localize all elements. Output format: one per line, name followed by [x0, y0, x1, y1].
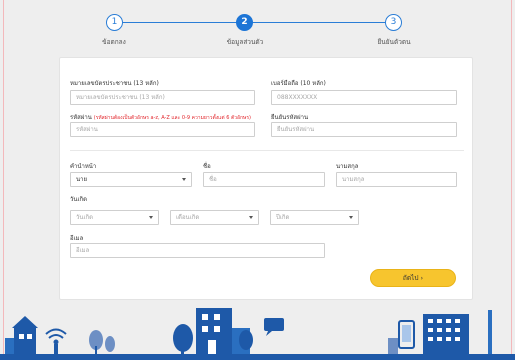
step-3-label: ยืนยันตัวตน: [377, 38, 411, 46]
birth-day-select[interactable]: วันเกิด: [70, 210, 159, 225]
password-rule-note: (รหัสผ่านต้องเป็นตัวอักษร a-z, A-Z และ 0…: [93, 115, 251, 121]
chevron-down-icon: [149, 216, 153, 219]
step-3-circle: 3: [385, 14, 402, 31]
house-icon: [5, 316, 38, 354]
title-label: คำนำหน้า: [70, 163, 97, 170]
step-2-label: ข้อมูลส่วนตัว: [226, 38, 264, 46]
title-select[interactable]: นาย: [70, 172, 192, 187]
step-2-circle: 2: [236, 14, 253, 31]
birth-month-value: เดือนเกิด: [176, 214, 200, 221]
id-card-input[interactable]: หมายเลขบัตรประชาชน (13 หลัก): [70, 90, 255, 105]
tree-icon: [89, 330, 115, 354]
birthdate-label: วันเกิด: [70, 196, 88, 203]
step-1-label: ข้อตกลง: [102, 38, 126, 46]
birth-day-value: วันเกิด: [76, 214, 94, 221]
password-label-text: รหัสผ่าน: [70, 114, 92, 121]
birth-year-select[interactable]: ปีเกิด: [270, 210, 359, 225]
step-1-circle: 1: [106, 14, 123, 31]
mobile-input[interactable]: 088XXXXXXX: [271, 90, 457, 105]
first-name-input[interactable]: ชื่อ: [203, 172, 325, 187]
title-select-value: นาย: [76, 176, 87, 183]
password-label: รหัสผ่าน (รหัสผ่านต้องเป็นตัวอักษร a-z, …: [70, 112, 251, 122]
stepper-line: [122, 22, 392, 23]
chat-bubble-icon: [264, 318, 284, 336]
email-input[interactable]: อีเมล: [70, 243, 325, 258]
password-input[interactable]: รหัสผ่าน: [70, 122, 255, 137]
chevron-down-icon: [349, 216, 353, 219]
city-illustration: [0, 308, 515, 360]
id-card-label: หมายเลขบัตรประชาชน (13 หลัก): [70, 80, 159, 87]
building-icon: [173, 308, 253, 354]
first-name-label: ชื่อ: [203, 163, 211, 170]
next-button[interactable]: ถัดไป ›: [370, 269, 456, 287]
office-building-icon: [423, 310, 492, 354]
chevron-down-icon: [182, 178, 186, 181]
birth-month-select[interactable]: เดือนเกิด: [170, 210, 259, 225]
birth-year-value: ปีเกิด: [276, 214, 290, 221]
phone-icon: [388, 320, 415, 354]
chevron-down-icon: [249, 216, 253, 219]
wifi-icon: [45, 328, 67, 345]
registration-form: หมายเลขบัตรประชาชน (13 หลัก) หมายเลขบัตร…: [59, 57, 473, 300]
mobile-label: เบอร์มือถือ (10 หลัก): [271, 80, 326, 87]
password-confirm-label: ยืนยันรหัสผ่าน: [271, 114, 309, 121]
password-confirm-input[interactable]: ยืนยันรหัสผ่าน: [271, 122, 457, 137]
last-name-label: นามสกุล: [336, 163, 359, 170]
progress-stepper: 1 ข้อตกลง 2 ข้อมูลส่วนตัว 3 ยืนยันตัวตน: [0, 14, 515, 50]
last-name-input[interactable]: นามสกุล: [336, 172, 457, 187]
section-divider: [70, 150, 464, 151]
email-label: อีเมล: [70, 235, 84, 242]
